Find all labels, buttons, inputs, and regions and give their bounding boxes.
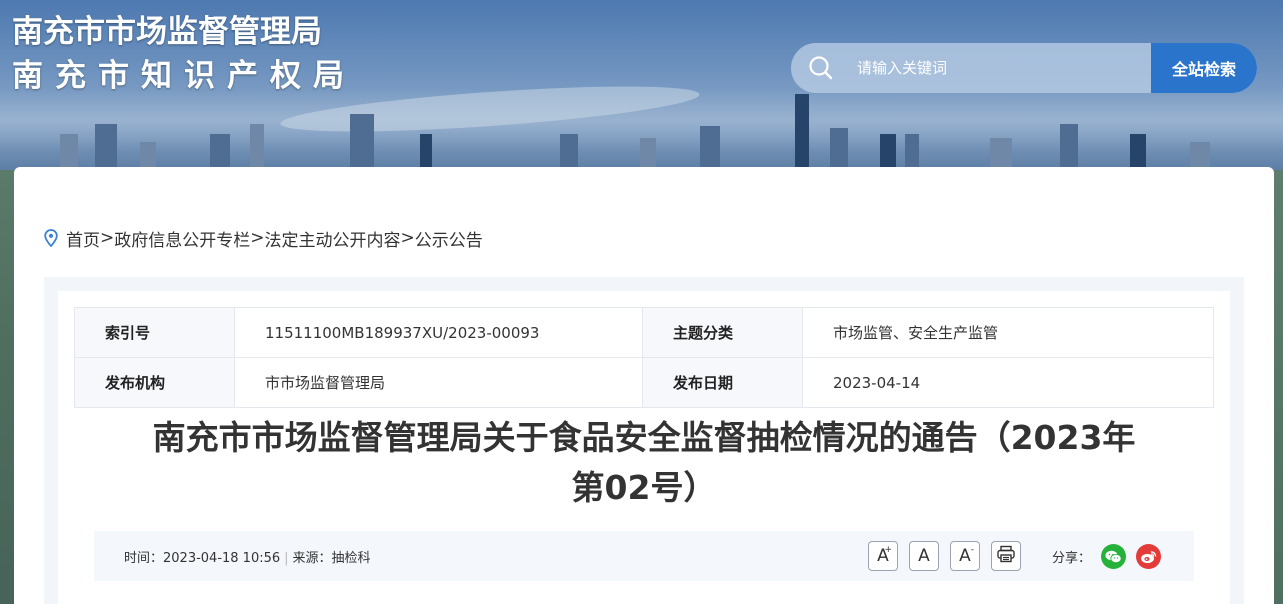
article-title-line1: 南充市市场监督管理局关于食品安全监督抽检情况的通告（2023年 xyxy=(152,418,1136,457)
breadcrumb-gov-info[interactable]: 政府信息公开专栏 xyxy=(114,226,250,251)
content-card: 首页 > 政府信息公开专栏 > 法定主动公开内容 > 公示公告 索引号 1151… xyxy=(14,167,1274,604)
breadcrumb-separator: > xyxy=(100,228,115,248)
article-panel-body: 索引号 11511100MB189937XU/2023-00093 主题分类 市… xyxy=(58,291,1230,604)
article-info-bar: 时间：2023-04-18 10:56 | 来源：抽检科 A + A A- 分享… xyxy=(94,531,1194,581)
breadcrumb: 首页 > 政府信息公开专栏 > 法定主动公开内容 > 公示公告 xyxy=(44,226,483,251)
topic-category-value: 市场监管、安全生产监管 xyxy=(802,307,1214,358)
metadata-table: 索引号 11511100MB189937XU/2023-00093 主题分类 市… xyxy=(74,307,1214,408)
search-icon[interactable] xyxy=(791,43,851,93)
breadcrumb-home[interactable]: 首页 xyxy=(66,226,100,251)
breadcrumb-separator: > xyxy=(250,228,265,248)
font-decrease-label: A xyxy=(959,546,971,566)
font-normal-label: A xyxy=(918,546,930,566)
publisher-value: 市市场监督管理局 xyxy=(234,357,643,408)
topic-category-label: 主题分类 xyxy=(642,307,803,358)
font-decrease-button[interactable]: A- xyxy=(950,541,980,571)
site-title-line1: 南充市市场监督管理局 xyxy=(12,14,322,50)
share-label: 分享： xyxy=(1052,551,1092,566)
font-normal-button[interactable]: A xyxy=(909,541,939,571)
breadcrumb-announcements[interactable]: 公示公告 xyxy=(415,226,483,251)
article-info: 时间：2023-04-18 10:56 | 来源：抽检科 xyxy=(124,547,371,566)
wechat-icon[interactable] xyxy=(1101,544,1127,569)
article-title: 南充市市场监督管理局关于食品安全监督抽检情况的通告（2023年 第02号） xyxy=(74,413,1214,513)
publish-time: 时间：2023-04-18 10:56 xyxy=(124,550,281,566)
site-search-button[interactable]: 全站检索 xyxy=(1151,43,1257,93)
publish-date-value: 2023-04-14 xyxy=(802,357,1214,408)
publish-date-label: 发布日期 xyxy=(642,357,803,408)
index-number-value: 11511100MB189937XU/2023-00093 xyxy=(234,307,643,358)
search-bar: 全站检索 xyxy=(791,43,1257,93)
font-increase-button[interactable]: A + xyxy=(868,541,898,571)
info-divider: | xyxy=(284,550,289,566)
font-increase-sup: + xyxy=(884,545,892,555)
breadcrumb-legal-disclosure[interactable]: 法定主动公开内容 xyxy=(265,226,401,251)
breadcrumb-separator: > xyxy=(400,228,415,248)
table-row: 索引号 11511100MB189937XU/2023-00093 主题分类 市… xyxy=(74,307,1214,358)
search-input[interactable] xyxy=(851,43,1151,93)
index-number-label: 索引号 xyxy=(74,307,235,358)
site-title-line2: 南充市知识产权局 xyxy=(12,58,356,94)
table-row: 发布机构 市市场监督管理局 发布日期 2023-04-14 xyxy=(74,357,1214,408)
article-panel: 索引号 11511100MB189937XU/2023-00093 主题分类 市… xyxy=(44,277,1244,604)
share-section: 分享： xyxy=(1052,544,1162,569)
print-button[interactable] xyxy=(991,541,1021,571)
font-tools: A + A A- xyxy=(868,541,1021,571)
location-pin-icon xyxy=(44,229,58,247)
print-icon xyxy=(996,544,1016,569)
weibo-icon[interactable] xyxy=(1136,544,1162,569)
article-title-line2: 第02号） xyxy=(571,468,717,507)
publisher-label: 发布机构 xyxy=(74,357,235,408)
font-decrease-sup: - xyxy=(970,545,974,555)
article-source: 来源：抽检科 xyxy=(292,550,371,566)
